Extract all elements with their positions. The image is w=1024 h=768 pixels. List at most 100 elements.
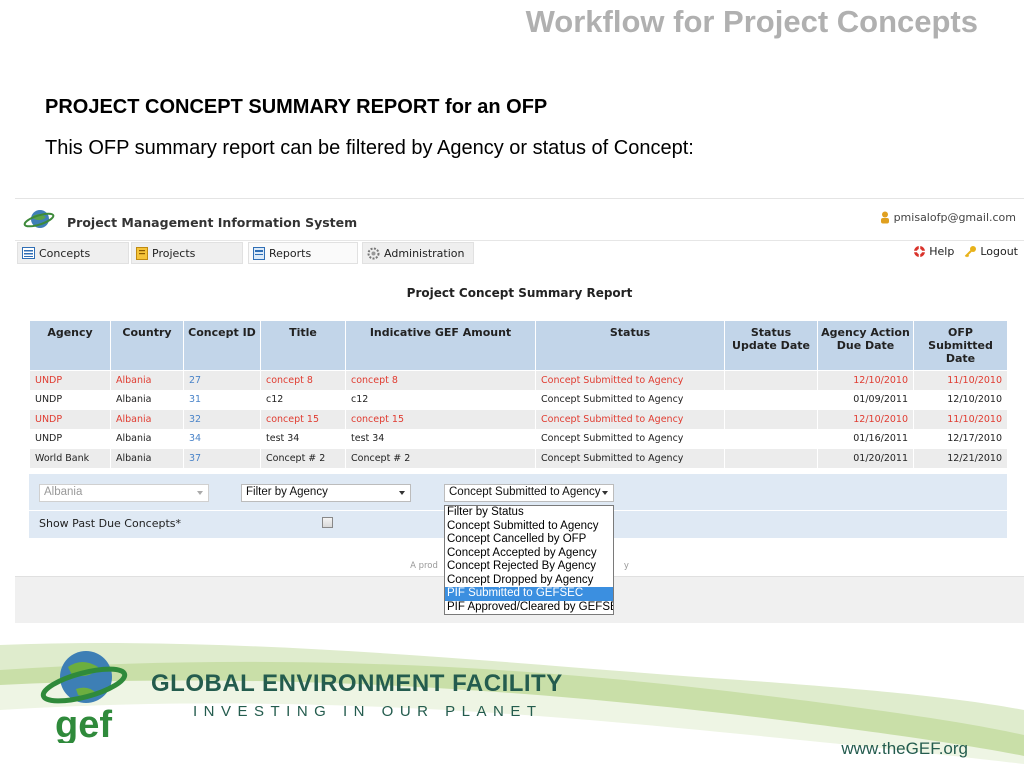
gef-name: GLOBAL ENVIRONMENT FACILITY <box>151 670 563 697</box>
logout-label: Logout <box>980 245 1018 258</box>
pmis-screenshot: Project Management Information System pm… <box>15 198 1024 623</box>
table-cell-status-update <box>724 409 818 430</box>
past-due-label: Show Past Due Concepts* <box>39 517 182 530</box>
table-cell-country: Albania <box>110 409 184 430</box>
table-cell-submitted: 12/21/2010 <box>913 448 1008 469</box>
table-row[interactable]: UNDP Albania 31 c12 c12 Concept Submitted to … <box>29 389 1008 410</box>
table-cell-due-date: 01/20/2011 <box>817 448 914 469</box>
folder-icon <box>136 246 148 260</box>
table-cell-country: Albania <box>110 370 184 391</box>
user-email: pmisalofp@gmail.com <box>893 211 1016 224</box>
table-cell-agency: UNDP <box>29 428 111 449</box>
gef-globe-icon <box>23 210 55 228</box>
table-cell-agency: UNDP <box>29 389 111 410</box>
column-header[interactable]: Agency <box>29 320 111 371</box>
tab-label: Reports <box>269 246 312 260</box>
gef-url[interactable]: www.theGEF.org <box>841 739 968 759</box>
table-cell-agency: UNDP <box>29 409 111 430</box>
tab-reports[interactable]: Reports <box>248 242 358 264</box>
status-option[interactable]: Concept Dropped by Agency <box>445 574 613 588</box>
slide-title: Workflow for Project Concepts <box>525 4 978 39</box>
table-cell-amount: concept 8 <box>345 370 536 391</box>
column-header[interactable]: Indicative GEF Amount <box>345 320 536 371</box>
status-option[interactable]: PIF Submitted to GEFSEC <box>445 587 613 601</box>
chevron-down-icon <box>197 491 203 495</box>
past-due-checkbox[interactable] <box>322 517 333 528</box>
status-option[interactable]: Filter by Status <box>445 506 613 520</box>
status-option[interactable]: Concept Submitted to Agency <box>445 520 613 534</box>
status-option[interactable]: Concept Accepted by Agency <box>445 547 613 561</box>
table-cell-concept-id[interactable]: 34 <box>183 428 261 449</box>
agency-select[interactable]: Filter by Agency <box>241 484 411 502</box>
table-row[interactable]: UNDP Albania 27 concept 8 concept 8 Concept S… <box>29 370 1008 391</box>
help-link[interactable]: Help <box>913 245 954 258</box>
table-cell-status: Concept Submitted to Agency <box>535 428 725 449</box>
table-cell-amount: test 34 <box>345 428 536 449</box>
table-cell-status-update <box>724 389 818 410</box>
table-cell-title: c12 <box>260 389 346 410</box>
table-cell-country: Albania <box>110 389 184 410</box>
logout-link[interactable]: Logout <box>964 245 1018 258</box>
table-cell-concept-id[interactable]: 27 <box>183 370 261 391</box>
table-cell-concept-id[interactable]: 31 <box>183 389 261 410</box>
tab-projects[interactable]: Projects <box>131 242 243 264</box>
gef-tagline: INVESTING IN OUR PLANET <box>193 703 543 720</box>
column-header[interactable]: Status Update Date <box>724 320 818 371</box>
table-cell-agency: UNDP <box>29 370 111 391</box>
table-cell-status: Concept Submitted to Agency <box>535 370 725 391</box>
table-cell-status: Concept Submitted to Agency <box>535 389 725 410</box>
slide-subtitle: This OFP summary report can be filtered … <box>45 137 694 159</box>
agency-select-value: Filter by Agency <box>246 486 328 498</box>
table-cell-country: Albania <box>110 428 184 449</box>
nav-right: Help Logout <box>913 245 1018 258</box>
column-header[interactable]: Title <box>260 320 346 371</box>
table-row[interactable]: UNDP Albania 34 test 34 test 34 Concept Submi… <box>29 428 1008 449</box>
table-cell-status-update <box>724 448 818 469</box>
report-table-wrap: Agency Country Concept ID Title Indicati… <box>29 320 1008 469</box>
app-name: Project Management Information System <box>67 215 358 230</box>
table-cell-concept-id[interactable]: 32 <box>183 409 261 430</box>
table-row[interactable]: World Bank Albania 37 Concept # 2 Concept # … <box>29 448 1008 469</box>
footer-text-left: A prod <box>410 561 438 571</box>
footer-text-right: y <box>623 561 629 571</box>
column-header[interactable]: Status <box>535 320 725 371</box>
report-icon <box>253 246 265 260</box>
chevron-down-icon <box>602 491 608 495</box>
gef-logo-text: gef <box>55 704 112 743</box>
table-cell-submitted: 11/10/2010 <box>913 409 1008 430</box>
table-cell-amount: concept 15 <box>345 409 536 430</box>
column-header[interactable]: OFP Submitted Date <box>913 320 1008 371</box>
table-cell-status-update <box>724 428 818 449</box>
table-cell-due-date: 12/10/2010 <box>817 409 914 430</box>
table-row[interactable]: UNDP Albania 32 concept 15 concept 15 Concept… <box>29 409 1008 430</box>
tab-label: Administration <box>384 246 465 260</box>
key-icon <box>965 246 977 258</box>
table-cell-concept-id[interactable]: 37 <box>183 448 261 469</box>
tab-concepts[interactable]: Concepts <box>17 242 129 264</box>
table-cell-status: Concept Submitted to Agency <box>535 448 725 469</box>
column-header[interactable]: Country <box>110 320 184 371</box>
tab-administration[interactable]: Administration <box>362 242 474 264</box>
report-title: Project Concept Summary Report <box>406 286 633 300</box>
list-icon <box>22 247 35 259</box>
status-option[interactable]: PIF Approved/Cleared by GEFSEC <box>445 601 613 615</box>
chevron-down-icon <box>399 491 405 495</box>
status-option[interactable]: Concept Rejected By Agency <box>445 560 613 574</box>
table-cell-status-update <box>724 370 818 391</box>
country-select[interactable]: Albania <box>39 484 209 502</box>
slide-heading: PROJECT CONCEPT SUMMARY REPORT for an OF… <box>45 96 548 118</box>
column-header[interactable]: Concept ID <box>183 320 261 371</box>
table-cell-due-date: 01/09/2011 <box>817 389 914 410</box>
table-cell-title: Concept # 2 <box>260 448 346 469</box>
status-option[interactable]: Concept Cancelled by OFP <box>445 533 613 547</box>
table-cell-title: concept 8 <box>260 370 346 391</box>
status-select[interactable]: Concept Submitted to Agency <box>444 484 614 502</box>
status-select-value: Concept Submitted to Agency <box>449 486 601 498</box>
table-cell-agency: World Bank <box>29 448 111 469</box>
main-nav: Concepts Projects Reports Administration… <box>15 242 1024 266</box>
column-header[interactable]: Agency Action Due Date <box>817 320 914 371</box>
app-header: Project Management Information System pm… <box>15 199 1024 241</box>
user-area[interactable]: pmisalofp@gmail.com <box>880 211 1016 224</box>
lifebuoy-icon <box>914 246 926 257</box>
gear-icon <box>367 247 380 259</box>
